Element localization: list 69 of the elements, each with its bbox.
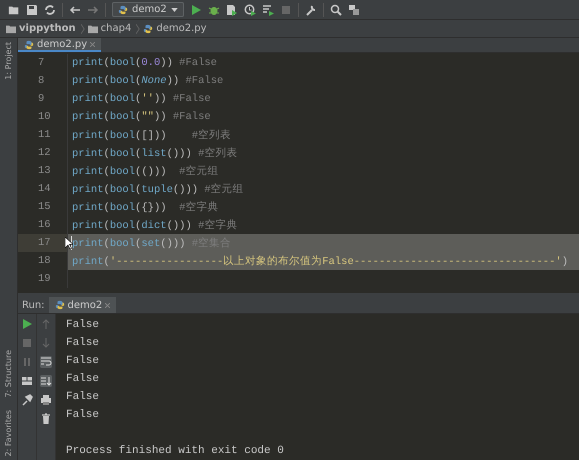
console-output-line: False [66,409,100,421]
python-icon [54,300,65,310]
breadcrumb-item[interactable]: vippython [19,23,76,34]
line-number: 14 [18,180,68,198]
back-arrow-icon[interactable] [69,4,81,16]
exit-message: Process finished with exit code 0 [66,445,284,457]
run-tab[interactable]: demo2 [48,297,116,313]
python-icon [118,4,128,14]
line-number: 15 [18,198,68,216]
run-configuration-dropdown[interactable]: demo2 [112,2,184,17]
chevron-icon [136,22,140,34]
line-number: 9 [18,90,68,108]
folder-icon [88,24,98,34]
code-line: print(bool([])) #空列表 [72,128,232,142]
list-run-icon[interactable] [262,4,274,16]
mouse-pointer-icon [65,236,73,249]
save-icon[interactable] [26,4,38,16]
tool-window-tab[interactable]: 7: Structure [4,350,13,398]
line-number: 10 [18,108,68,126]
scroll-to-end-icon[interactable] [40,375,52,387]
tab-label[interactable]: demo2 [68,300,102,310]
editor-tab[interactable]: demo2.py [18,38,102,52]
line-number: 17 [18,234,68,252]
run-label: Run: [21,300,46,310]
chevron-icon [80,22,85,34]
line-number: 19 [18,270,68,288]
clock-icon[interactable] [244,4,256,16]
trash-icon[interactable] [40,413,52,425]
pin-icon[interactable] [21,394,33,406]
line-number: 12 [18,144,68,162]
console-output-line: False [66,319,100,331]
code-line: print(bool(())) #空元组 [72,164,218,178]
code-line: print(bool(tuple())) #空元组 [72,182,244,196]
dropdown-caret-icon [170,8,178,12]
soft-wrap-icon[interactable] [40,356,52,368]
line-number: 7 [18,54,68,72]
line-number: 8 [18,72,68,90]
tool-window-tab[interactable]: 1: Project [4,42,13,80]
open-folder-icon[interactable] [8,4,20,16]
console-output-line: False [66,391,100,403]
code-line: print(bool(list())) #空列表 [72,146,238,160]
code-line: print('-----------------以上对象的布尔值为False--------------------------------') [72,254,568,268]
code-line: print(bool(0.0)) #False [72,56,217,69]
folder-icon [6,24,16,34]
print-icon[interactable] [40,394,52,406]
code-line: print(bool("")) #False [72,110,211,123]
coverage-icon[interactable] [226,4,238,16]
code-line: print(bool({})) #空字典 [72,200,218,214]
code-line: print(bool(dict())) #空字典 [72,218,238,232]
run-icon[interactable] [190,4,202,16]
console-output-line: False [66,355,100,367]
console-output-line: False [66,373,100,385]
layout-icon[interactable] [21,375,33,387]
rerun-icon[interactable] [21,318,33,330]
code-line: print(bool(None)) #False [72,74,224,87]
code-line: print(bool('')) #False [72,92,211,105]
breadcrumb-item[interactable]: demo2.py [156,23,207,34]
tool-window-tab[interactable]: 2: Favorites [4,410,13,456]
wrench-icon[interactable] [304,4,317,16]
search-icon[interactable] [330,4,342,16]
line-number: 11 [18,126,68,144]
console-output-line: False [66,337,100,349]
windows-icon[interactable] [348,4,360,16]
python-file-icon [143,24,154,34]
tab-label[interactable]: demo2.py [37,39,88,50]
sync-icon[interactable] [44,4,56,16]
line-number: 13 [18,162,68,180]
python-file-icon [24,40,34,50]
breadcrumb-item[interactable]: chap4 [100,23,132,34]
